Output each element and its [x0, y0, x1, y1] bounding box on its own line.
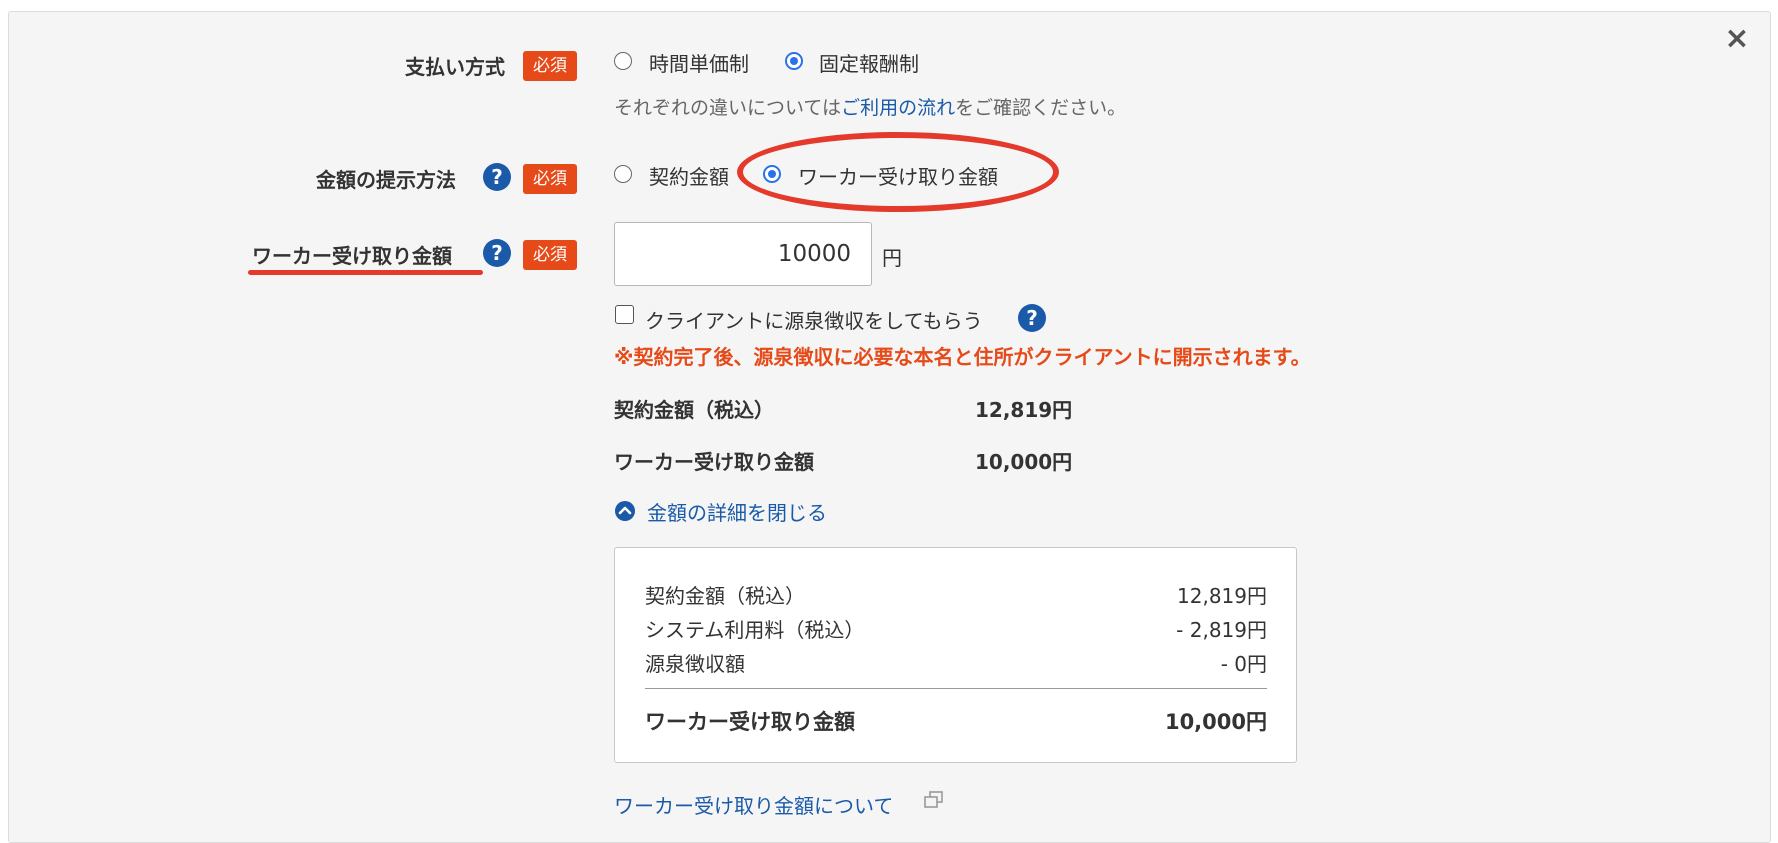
help-icon[interactable]: ? — [1018, 304, 1046, 332]
detail-value: - 0円 — [1220, 652, 1267, 676]
summary-worker-label: ワーカー受け取り金額 — [614, 450, 814, 474]
note-prefix: それぞれの違いについては — [614, 97, 842, 119]
yen-unit: 円 — [882, 246, 902, 270]
radio-contract-amount-label[interactable]: 契約金額 — [649, 161, 729, 190]
amount-method-label: 金額の提示方法 — [316, 168, 456, 192]
detail-row-system-fee: システム利用料（税込） - 2,819円 — [645, 614, 1267, 643]
required-badge: 必須 — [523, 164, 577, 194]
required-badge: 必須 — [523, 240, 577, 270]
detail-total-label: ワーカー受け取り金額 — [645, 710, 855, 734]
radio-hourly-label[interactable]: 時間単価制 — [649, 48, 749, 77]
help-icon[interactable]: ? — [483, 239, 511, 267]
amount-details-box: 契約金額（税込） 12,819円 システム利用料（税込） - 2,819円 源泉… — [614, 547, 1297, 763]
external-window-icon — [924, 791, 944, 809]
detail-row-contract: 契約金額（税込） 12,819円 — [645, 580, 1267, 609]
detail-divider — [645, 688, 1267, 689]
detail-value: 12,819円 — [1177, 584, 1267, 608]
withholding-checkbox[interactable] — [615, 305, 634, 324]
detail-value: - 2,819円 — [1176, 618, 1267, 642]
withholding-label[interactable]: クライアントに源泉徴収をしてもらう — [645, 305, 983, 334]
payment-method-note: それぞれの違いについてはご利用の流れをご確認ください。 — [614, 93, 1126, 120]
worker-amount-input[interactable]: 10000 — [614, 222, 872, 286]
toggle-details-link[interactable]: 金額の詳細を閉じる — [647, 497, 827, 526]
about-worker-amount-link[interactable]: ワーカー受け取り金額について — [614, 790, 893, 819]
help-icon[interactable]: ? — [483, 163, 511, 191]
note-suffix: をご確認ください。 — [955, 97, 1127, 119]
disclosure-warning: ※契約完了後、源泉徴収に必要な本名と住所がクライアントに開示されます。 — [614, 345, 1311, 369]
radio-hourly[interactable] — [614, 52, 632, 70]
close-icon[interactable]: × — [1724, 24, 1750, 54]
summary-contract-label: 契約金額（税込） — [614, 398, 774, 422]
chevron-up-circle-icon[interactable] — [614, 500, 636, 522]
annotation-underline — [248, 270, 483, 275]
radio-contract-amount[interactable] — [614, 165, 632, 183]
radio-fixed-label[interactable]: 固定報酬制 — [819, 48, 919, 77]
detail-total-value: 10,000円 — [1164, 710, 1267, 734]
detail-label: 源泉徴収額 — [645, 652, 745, 676]
detail-label: システム利用料（税込） — [645, 618, 865, 642]
summary-worker-value: 10,000円 — [975, 450, 1073, 474]
summary-contract-value: 12,819円 — [975, 398, 1073, 422]
detail-row-total: ワーカー受け取り金額 10,000円 — [645, 706, 1267, 736]
annotation-ellipse — [737, 132, 1059, 212]
detail-label: 契約金額（税込） — [645, 584, 805, 608]
detail-row-withholding: 源泉徴収額 - 0円 — [645, 648, 1267, 677]
worker-amount-label: ワーカー受け取り金額 — [252, 244, 452, 268]
payment-method-label: 支払い方式 — [405, 55, 505, 79]
usage-flow-link[interactable]: ご利用の流れ — [841, 97, 955, 119]
radio-fixed[interactable] — [785, 52, 803, 70]
required-badge: 必須 — [523, 51, 577, 81]
